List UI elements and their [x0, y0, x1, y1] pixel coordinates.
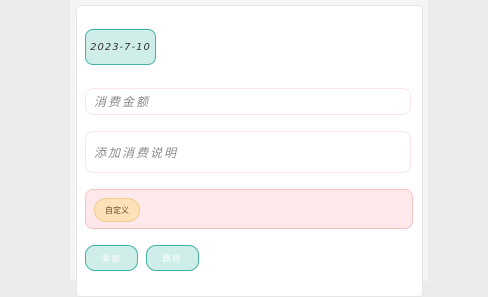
add-label: 添加 — [101, 253, 122, 263]
description-input[interactable]: 添加消费说明 — [85, 131, 411, 173]
tag-label: 自定义 — [105, 205, 129, 215]
delete-label: 删除 — [162, 253, 183, 263]
description-placeholder: 添加消费说明 — [94, 145, 179, 160]
date-picker-button[interactable]: 2023-7-10 — [85, 29, 156, 65]
delete-button[interactable]: 删除 — [146, 245, 199, 271]
date-value: 2023-7-10 — [90, 41, 151, 53]
tag-list: 自定义 — [85, 189, 413, 229]
amount-input[interactable]: 消费金额 — [85, 88, 411, 115]
amount-placeholder: 消费金额 — [94, 95, 151, 109]
add-button[interactable]: 添加 — [85, 245, 138, 271]
expense-form-card: 2023-7-10 消费金额 添加消费说明 自定义 添加 删除 — [76, 5, 423, 297]
tag-custom[interactable]: 自定义 — [94, 198, 140, 222]
page-container: 2023-7-10 消费金额 添加消费说明 自定义 添加 删除 — [70, 0, 428, 297]
